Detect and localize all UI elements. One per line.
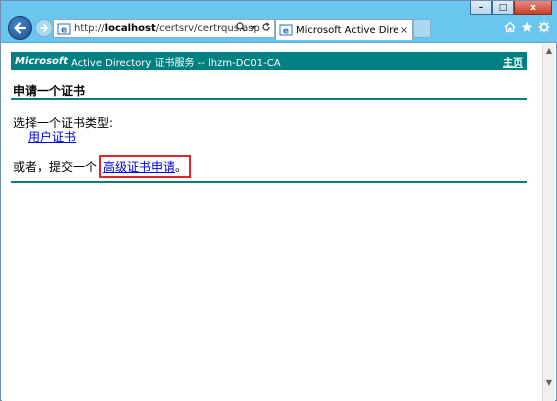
page-content: Microsoft Active Directory 证书服务 -- lhzm-… — [2, 44, 543, 401]
period-text: 。 — [175, 160, 188, 174]
forward-icon — [39, 24, 48, 32]
user-certificate-link[interactable]: 用户证书 — [28, 128, 76, 145]
close-button[interactable]: x — [514, 1, 552, 15]
advanced-certificate-request-link[interactable]: 高级证书申请 — [103, 158, 175, 175]
ie-site-icon: e — [57, 23, 71, 35]
divider — [11, 98, 527, 100]
home-link[interactable]: 主页 — [503, 54, 523, 69]
ie-site-icon: e — [279, 24, 293, 37]
scroll-up-icon[interactable]: ▲ — [543, 45, 555, 57]
service-title: Active Directory 证书服务 -- lhzm-DC01-CA — [71, 57, 281, 69]
refresh-icon[interactable] — [261, 22, 271, 32]
address-tools — [236, 22, 271, 32]
vertical-scrollbar[interactable]: ▲ ▼ — [542, 44, 555, 401]
maximize-button[interactable]: □ — [492, 1, 514, 15]
gear-icon[interactable] — [538, 21, 550, 33]
minimize-button[interactable]: – — [470, 1, 492, 15]
dropdown-icon[interactable] — [250, 24, 257, 31]
tab-active[interactable]: e Microsoft Active Director... × — [275, 19, 413, 40]
tab-close-button[interactable]: × — [398, 25, 410, 36]
advanced-request-line: 或者，提交一个 高级证书申请 。 — [13, 155, 192, 178]
svg-text:e: e — [61, 25, 67, 35]
search-icon[interactable] — [236, 22, 246, 32]
brand-name: Microsoft — [15, 55, 69, 67]
svg-text:e: e — [283, 27, 289, 37]
home-icon[interactable] — [504, 21, 516, 33]
favorites-star-icon[interactable] — [521, 21, 533, 33]
address-url: http://localhost/certsrv/certrqus.asp — [74, 23, 260, 34]
browser-chrome: – □ x e http://localhost/certsrv/certrqu… — [1, 1, 557, 43]
or-text: 或者，提交一个 — [13, 160, 98, 174]
back-icon — [14, 22, 27, 34]
address-bar[interactable]: e http://localhost/certsrv/certrqus.asp — [53, 19, 275, 38]
highlight-box: 高级证书申请 。 — [99, 155, 192, 178]
window-controls: – □ x — [470, 1, 552, 15]
page-title: 申请一个证书 — [13, 84, 86, 98]
forward-button[interactable] — [35, 19, 53, 37]
certsrv-banner: Microsoft Active Directory 证书服务 -- lhzm-… — [11, 52, 527, 70]
back-button[interactable] — [8, 16, 32, 40]
browser-window: – □ x e http://localhost/certsrv/certrqu… — [0, 0, 557, 401]
new-tab-button[interactable] — [413, 19, 431, 38]
scroll-down-icon[interactable]: ▼ — [543, 377, 555, 389]
browser-toolbar — [504, 21, 550, 33]
tab-label: Microsoft Active Director... — [296, 24, 398, 36]
divider — [11, 181, 527, 183]
